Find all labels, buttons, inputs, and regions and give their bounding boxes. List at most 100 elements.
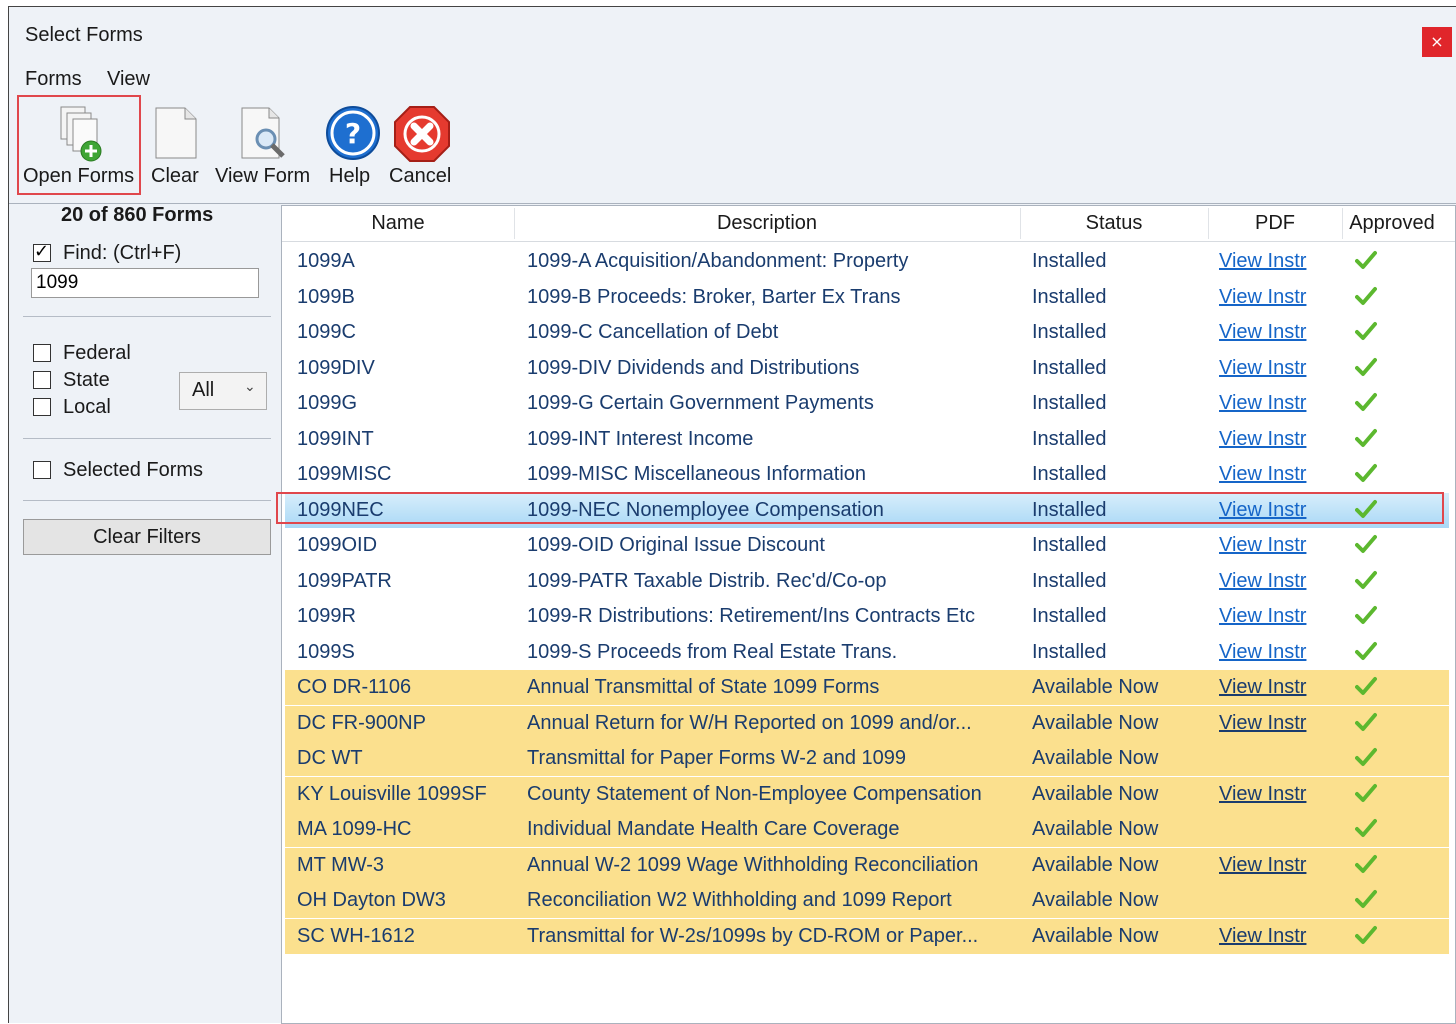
form-name-cell: 1099OID: [297, 534, 378, 556]
find-checkbox[interactable]: [33, 241, 51, 262]
form-name-cell: MT MW-3: [297, 853, 385, 876]
form-status-cell: Installed: [1032, 605, 1107, 627]
cancel-button[interactable]: Cancel: [389, 95, 459, 195]
state-select-value: All: [192, 379, 215, 401]
view-instr-link[interactable]: View Instr: [1219, 392, 1306, 415]
table-row[interactable]: 1099OID 1099-OID Original Issue Discount I…: [285, 528, 1449, 563]
table-row[interactable]: 1099PATR 1099-PATR Taxable Distrib. Rec'd…: [285, 564, 1449, 599]
column-header-approved[interactable]: Approved: [1342, 212, 1442, 235]
column-header-description[interactable]: Description: [514, 212, 1020, 235]
form-status-cell: Installed: [1032, 498, 1107, 521]
table-row[interactable]: DC FR-900NP Annual Return for W/H Reporte…: [285, 705, 1449, 741]
form-status-cell: Available Now: [1032, 818, 1159, 840]
view-instr-link[interactable]: View Instr: [1219, 534, 1306, 557]
view-form-button[interactable]: View Form: [213, 95, 317, 195]
table-row[interactable]: 1099NEC 1099-NEC Nonemployee Compensation…: [285, 492, 1449, 528]
form-status-cell: Installed: [1032, 463, 1107, 485]
table-row[interactable]: OH Dayton DW3 Reconciliation W2 Withholdi…: [285, 883, 1449, 918]
view-instr-link[interactable]: View Instr: [1219, 428, 1306, 451]
table-row[interactable]: 1099MISC 1099-MISC Miscellaneous Informat…: [285, 457, 1449, 492]
table-row[interactable]: 1099DIV 1099-DIV Dividends and Distributi…: [285, 351, 1449, 386]
form-status-cell: Installed: [1032, 250, 1107, 272]
table-row[interactable]: SC WH-1612 Transmittal for W-2s/1099s by …: [285, 918, 1449, 954]
form-name-cell: 1099INT: [297, 427, 374, 450]
menu-forms[interactable]: Forms: [25, 68, 82, 91]
menu-view[interactable]: View: [107, 68, 150, 91]
table-row[interactable]: MT MW-3 Annual W-2 1099 Wage Withholding …: [285, 847, 1449, 883]
view-instr-link[interactable]: View Instr: [1219, 605, 1306, 628]
select-forms-window: Select Forms × Forms View Open Forms Cle…: [8, 6, 1456, 1024]
selected-forms-checkbox[interactable]: [33, 461, 51, 479]
magnifier-page-icon: [239, 105, 295, 165]
view-instr-link[interactable]: View Instr: [1219, 783, 1306, 806]
federal-checkbox[interactable]: [33, 344, 51, 362]
state-select[interactable]: All ⌄: [179, 372, 267, 410]
blank-page-icon: [153, 105, 199, 165]
form-status-cell: Available Now: [1032, 782, 1159, 805]
view-instr-link[interactable]: View Instr: [1219, 321, 1306, 344]
form-status-cell: Available Now: [1032, 924, 1159, 947]
form-status-cell: Installed: [1032, 392, 1107, 414]
form-description-cell: 1099-INT Interest Income: [527, 427, 754, 450]
form-description-cell: Individual Mandate Health Care Coverage: [527, 818, 900, 840]
view-instr-link[interactable]: View Instr: [1219, 286, 1306, 309]
checkmark-icon: [1355, 428, 1377, 452]
view-instr-link[interactable]: View Instr: [1219, 499, 1306, 522]
help-button[interactable]: ? Help: [325, 95, 380, 195]
find-input[interactable]: [31, 268, 259, 298]
federal-label: Federal: [63, 342, 131, 364]
table-row[interactable]: MA 1099-HC Individual Mandate Health Care…: [285, 812, 1449, 847]
table-row[interactable]: 1099G 1099-G Certain Government Payments I…: [285, 386, 1449, 421]
column-header-pdf[interactable]: PDF: [1208, 212, 1342, 235]
help-label: Help: [329, 165, 371, 187]
form-description-cell: 1099-MISC Miscellaneous Information: [527, 463, 867, 485]
form-description-cell: County Statement of Non-Employee Compens…: [527, 782, 982, 805]
state-checkbox[interactable]: [33, 371, 51, 389]
view-instr-link[interactable]: View Instr: [1219, 641, 1306, 664]
checkmark-icon: [1355, 463, 1377, 487]
table-row[interactable]: 1099C 1099-C Cancellation of Debt Installe…: [285, 315, 1449, 350]
table-row[interactable]: 1099INT 1099-INT Interest Income Installed…: [285, 422, 1449, 457]
view-instr-link[interactable]: View Instr: [1219, 463, 1306, 486]
column-header-status[interactable]: Status: [1020, 212, 1208, 235]
table-row[interactable]: 1099B 1099-B Proceeds: Broker, Barter Ex …: [285, 280, 1449, 315]
checkmark-icon: [1355, 392, 1377, 416]
view-instr-link[interactable]: View Instr: [1219, 357, 1306, 380]
table-row[interactable]: DC WT Transmittal for Paper Forms W-2 and…: [285, 741, 1449, 776]
view-instr-link[interactable]: View Instr: [1219, 712, 1306, 735]
table-row[interactable]: CO DR-1106 Annual Transmittal of State 10…: [285, 670, 1449, 705]
view-instr-link[interactable]: View Instr: [1219, 854, 1306, 877]
form-description-cell: 1099-DIV Dividends and Distributions: [527, 356, 860, 379]
form-description-cell: Reconciliation W2 Withholding and 1099 R…: [527, 889, 952, 911]
view-instr-link[interactable]: View Instr: [1219, 570, 1306, 593]
form-name-cell: 1099C: [297, 321, 356, 343]
selected-forms-label: Selected Forms: [63, 459, 204, 481]
form-description-cell: Transmittal for W-2s/1099s by CD-ROM or …: [527, 924, 979, 947]
table-row[interactable]: 1099A 1099-A Acquisition/Abandonment: Pro…: [285, 244, 1449, 279]
open-forms-button[interactable]: Open Forms: [19, 95, 139, 195]
local-checkbox[interactable]: [33, 398, 51, 416]
clear-filters-button[interactable]: Clear Filters: [23, 519, 271, 555]
close-button[interactable]: ×: [1422, 27, 1452, 57]
checkmark-icon: [1355, 286, 1377, 310]
form-status-cell: Installed: [1032, 285, 1107, 308]
form-name-cell: 1099G: [297, 392, 358, 414]
view-instr-link[interactable]: View Instr: [1219, 925, 1306, 948]
title-bar: Select Forms ×: [9, 7, 1456, 65]
form-name-cell: 1099PATR: [297, 569, 392, 592]
table-row[interactable]: 1099R 1099-R Distributions: Retirement/In…: [285, 599, 1449, 634]
clear-button[interactable]: Clear: [149, 95, 203, 195]
form-description-cell: Transmittal for Paper Forms W-2 and 1099: [527, 747, 907, 769]
checkmark-icon: [1355, 818, 1377, 842]
form-name-cell: 1099NEC: [297, 498, 384, 521]
form-status-cell: Installed: [1032, 356, 1107, 379]
table-row[interactable]: 1099S 1099-S Proceeds from Real Estate Tr…: [285, 635, 1449, 670]
view-instr-link[interactable]: View Instr: [1219, 250, 1306, 273]
checkmark-icon: [1355, 641, 1377, 665]
form-status-cell: Installed: [1032, 534, 1107, 556]
form-description-cell: 1099-B Proceeds: Broker, Barter Ex Trans: [527, 285, 901, 308]
form-status-cell: Available Now: [1032, 747, 1159, 769]
column-header-name[interactable]: Name: [282, 212, 514, 235]
table-row[interactable]: KY Louisville 1099SF County Statement of …: [285, 776, 1449, 812]
view-instr-link[interactable]: View Instr: [1219, 676, 1306, 699]
